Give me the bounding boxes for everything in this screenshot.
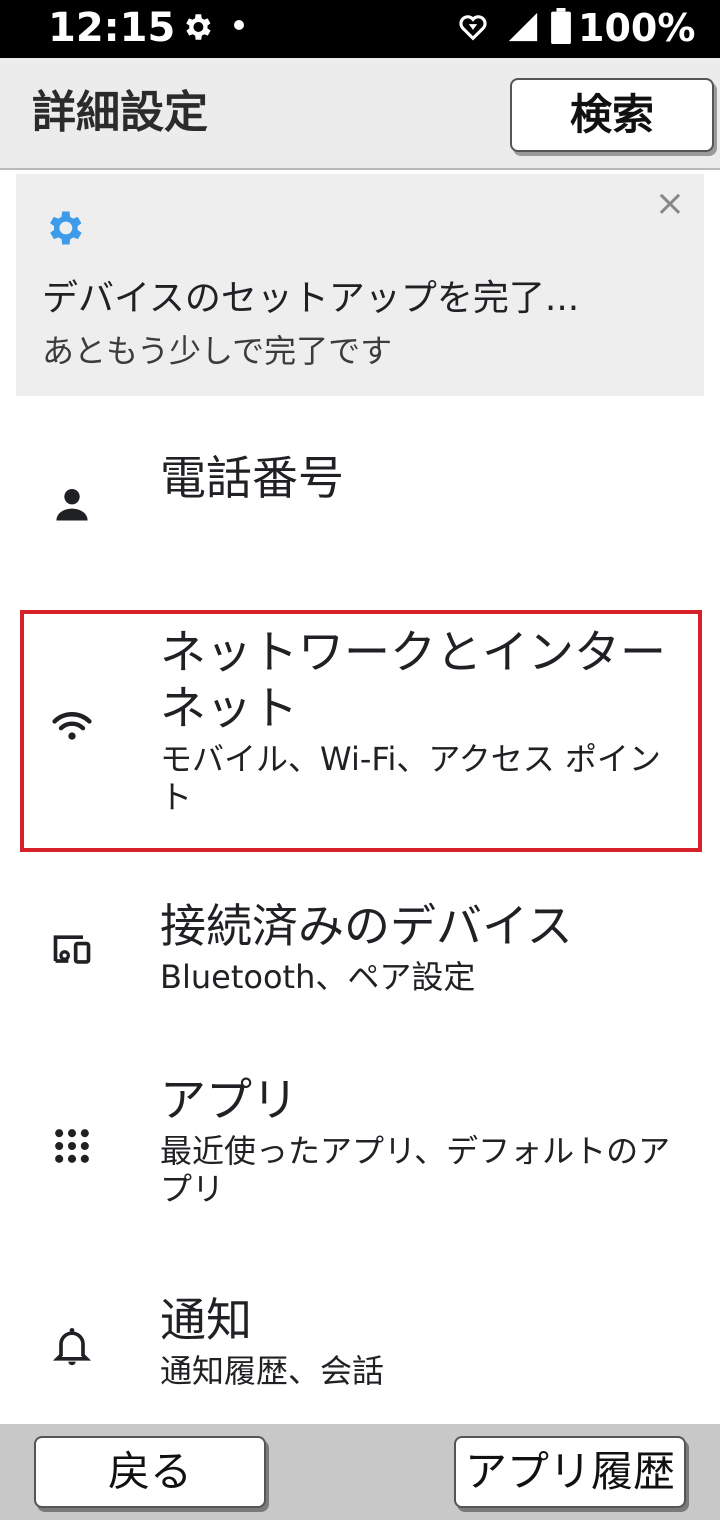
back-button[interactable]: 戻る <box>34 1436 266 1508</box>
bell-icon <box>52 1328 92 1366</box>
settings-item-connected-devices[interactable]: 接続済みのデバイス Bluetooth、ペア設定 <box>0 886 720 1036</box>
settings-gear-icon <box>186 14 211 40</box>
settings-item-label: ネットワークとインターネット <box>160 625 666 735</box>
settings-item-summary: 通知履歴、会話 <box>160 1352 385 1390</box>
settings-item-label: 通知 <box>160 1293 252 1347</box>
notification-dot-icon <box>234 20 244 30</box>
app-bar: 詳細設定 検索 <box>0 58 720 170</box>
page-title: 詳細設定 <box>32 87 208 138</box>
close-icon[interactable]: × <box>652 186 688 222</box>
bottom-nav-bar: 戻る アプリ履歴 <box>0 1424 720 1520</box>
apps-grid-icon <box>55 1129 89 1163</box>
settings-item-summary: 最近使ったアプリ、デフォルトのアプリ <box>160 1132 671 1208</box>
setup-card-title: デバイスのセットアップを完了... <box>42 278 580 319</box>
status-bar: 12:15 100% <box>0 0 720 58</box>
app-history-button[interactable]: アプリ履歴 <box>454 1436 686 1508</box>
person-icon <box>56 488 88 521</box>
setup-gear-icon <box>50 211 82 245</box>
settings-item-network[interactable]: ネットワークとインターネット モバイル、Wi-Fi、アクセス ポイント <box>0 614 720 848</box>
settings-item-label: アプリ <box>160 1073 298 1127</box>
search-button[interactable]: 検索 <box>510 78 714 152</box>
battery-percentage: 100% <box>578 6 696 50</box>
connected-devices-icon <box>53 935 91 964</box>
cell-signal-icon <box>508 12 538 42</box>
setup-suggestion-card[interactable]: × デバイスのセットアップを完了... あともう少しで完了です <box>16 174 704 396</box>
heart-signal-icon <box>459 15 487 41</box>
settings-item-label: 電話番号 <box>160 451 344 505</box>
settings-item-summary: Bluetooth、ペア設定 <box>160 958 476 996</box>
battery-icon <box>551 8 571 44</box>
status-time: 12:15 <box>48 5 176 51</box>
settings-item-notifications[interactable]: 通知 通知履歴、会話 <box>0 1284 720 1420</box>
settings-item-label: 接続済みのデバイス <box>160 899 573 953</box>
settings-item-summary: モバイル、Wi-Fi、アクセス ポイント <box>160 740 661 816</box>
setup-card-subtitle: あともう少しで完了です <box>42 332 393 370</box>
settings-item-apps[interactable]: アプリ 最近使ったアプリ、デフォルトのアプリ <box>0 1064 720 1254</box>
settings-item-phone-number[interactable]: 電話番号 <box>0 420 720 590</box>
wifi-icon <box>52 712 92 740</box>
